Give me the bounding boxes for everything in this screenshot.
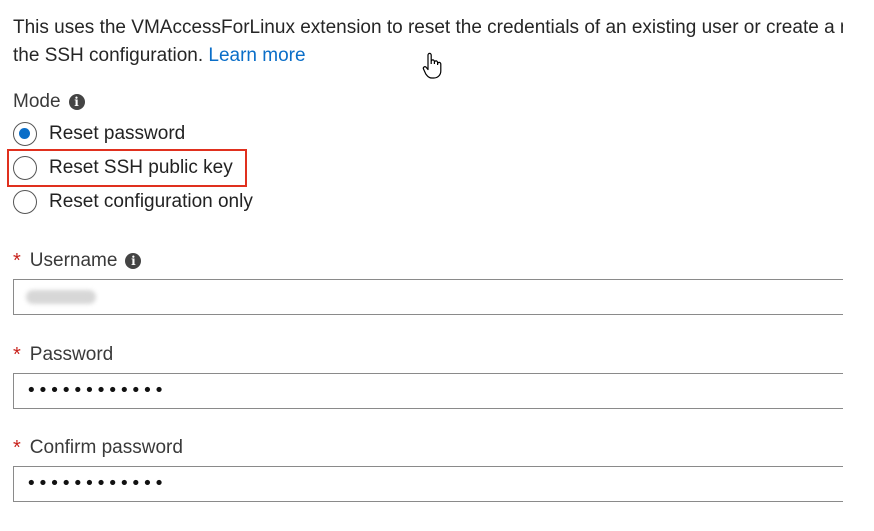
radio-button[interactable] — [13, 190, 37, 214]
radio-label: Reset configuration only — [49, 191, 253, 212]
username-field[interactable] — [13, 279, 843, 315]
password-label: * Password — [13, 344, 113, 366]
radio-label: Reset password — [49, 123, 186, 144]
learn-more-link[interactable]: Learn more — [208, 45, 305, 66]
redacted-username — [26, 290, 96, 304]
radio-reset-password[interactable]: Reset password — [13, 120, 185, 148]
password-field[interactable]: •••••••••••• — [13, 373, 843, 409]
confirm-password-field[interactable]: •••••••••••• — [13, 466, 843, 502]
highlight-box — [7, 149, 247, 187]
info-icon[interactable]: i — [68, 94, 85, 110]
confirm-password-label-text: Confirm password — [29, 437, 183, 458]
description-line-1: This uses the VMAccessForLinux extension… — [13, 17, 843, 38]
username-label: * Username i — [13, 250, 142, 272]
info-icon[interactable]: i — [125, 253, 142, 269]
required-asterisk: * — [13, 250, 21, 272]
radio-button-checked[interactable] — [13, 122, 37, 146]
required-asterisk: * — [13, 437, 21, 459]
password-label-text: Password — [29, 344, 114, 365]
username-label-text: Username — [29, 250, 118, 271]
mode-label: Mode i — [13, 91, 85, 113]
required-asterisk: * — [13, 344, 21, 366]
confirm-password-label: * Confirm password — [13, 437, 183, 459]
mode-label-text: Mode — [13, 91, 61, 112]
radio-reset-configuration-only[interactable]: Reset configuration only — [13, 188, 253, 216]
hand-pointer-cursor-icon — [422, 52, 442, 79]
